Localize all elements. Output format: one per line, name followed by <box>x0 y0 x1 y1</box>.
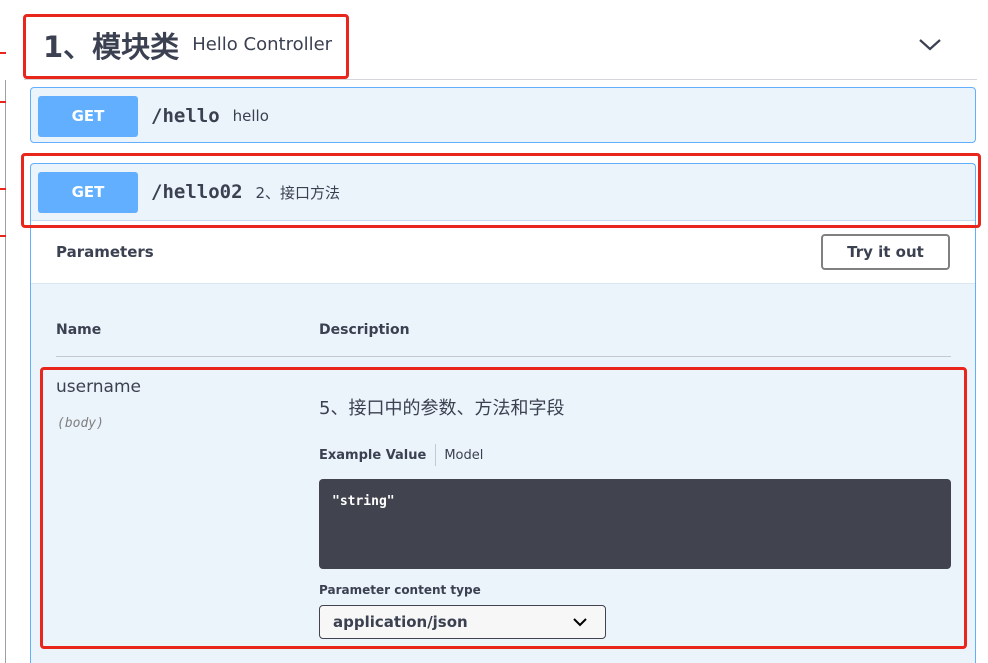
parameters-title: Parameters <box>56 243 154 261</box>
left-edge-mark <box>0 188 6 190</box>
example-code-text: "string" <box>332 494 395 509</box>
tag-section-header[interactable]: 1、模块类 Hello Controller <box>24 10 977 80</box>
operation-summary-text: 2、接口方法 <box>255 183 341 202</box>
left-edge-divider <box>5 80 6 663</box>
parameter-description: 5、接口中的参数、方法和字段 <box>319 398 565 419</box>
operation-path: /hello <box>151 105 220 127</box>
table-header-divider <box>56 356 951 357</box>
tab-example-value[interactable]: Example Value <box>319 448 426 463</box>
operation-summary[interactable]: GET /hello hello <box>31 88 975 144</box>
content-type-label: Parameter content type <box>319 583 481 597</box>
tab-divider <box>435 444 437 466</box>
content-type-value: application/json <box>333 613 468 631</box>
chevron-down-icon[interactable] <box>917 34 943 54</box>
tag-description: Hello Controller <box>192 34 333 55</box>
operation-summary[interactable]: GET /hello02 2、接口方法 <box>31 164 975 220</box>
example-code-block[interactable]: "string" <box>319 479 951 569</box>
method-badge: GET <box>38 171 138 213</box>
tag-name: 1、模块类 <box>43 29 180 64</box>
parameter-name: username <box>56 377 141 397</box>
tab-model[interactable]: Model <box>444 448 483 463</box>
parameter-location: (body) <box>57 416 104 431</box>
operation-get-hello[interactable]: GET /hello hello <box>30 87 976 143</box>
operation-path: /hello02 <box>151 181 243 203</box>
column-header-description: Description <box>319 322 410 338</box>
parameters-header: Parameters Try it out <box>31 220 975 284</box>
operation-summary-text: hello <box>232 107 269 125</box>
try-it-out-button[interactable]: Try it out <box>821 234 950 270</box>
column-header-name: Name <box>56 322 102 338</box>
left-edge-mark <box>0 235 6 237</box>
chevron-down-icon <box>573 618 587 627</box>
content-type-select[interactable]: application/json <box>319 605 606 639</box>
example-model-tabs: Example Value Model <box>319 444 483 466</box>
left-edge-mark <box>0 52 6 54</box>
method-badge: GET <box>38 95 138 137</box>
left-edge-mark <box>0 101 6 103</box>
